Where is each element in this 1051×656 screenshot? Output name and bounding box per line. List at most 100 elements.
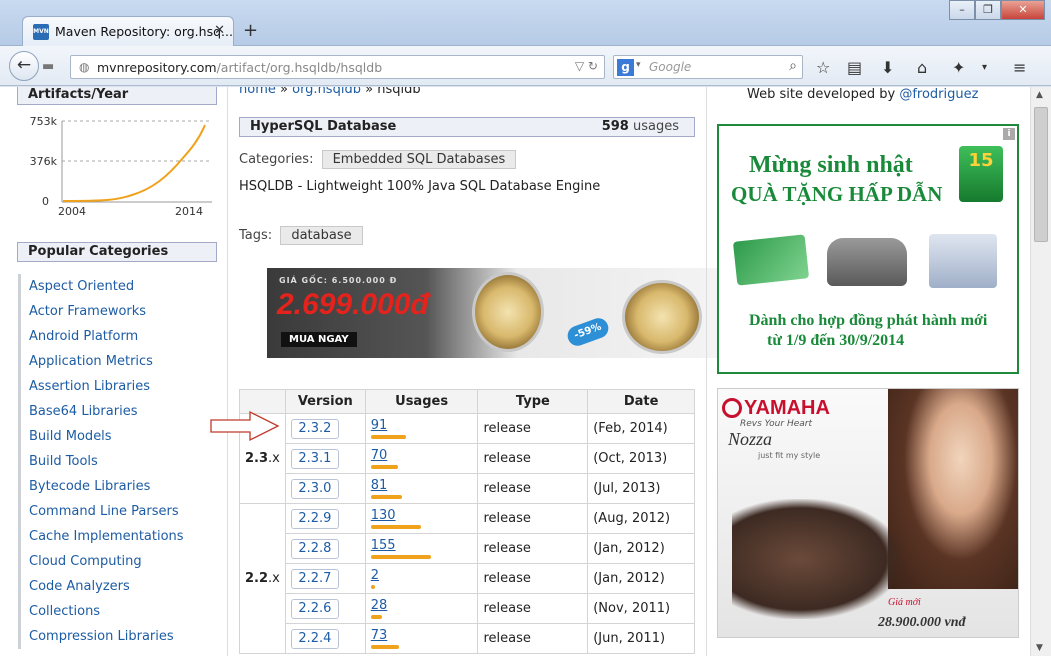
vertical-scrollbar[interactable]: ▲ ▼ bbox=[1030, 87, 1051, 656]
developer-link[interactable]: @frodriguez bbox=[899, 87, 978, 102]
version-button[interactable]: 2.2.9 bbox=[290, 508, 339, 529]
browser-tab[interactable]: MVN Maven Repository: org.hsq... ✕ bbox=[22, 16, 234, 47]
version-cell: 2.2.8 bbox=[284, 533, 366, 564]
close-tab-icon[interactable]: ✕ bbox=[214, 23, 225, 38]
usages-link[interactable]: 81 bbox=[371, 478, 388, 493]
version-cell: 2.2.7 bbox=[284, 563, 366, 594]
table-row: 2.2.8 155 release (Jan, 2012) bbox=[240, 533, 695, 564]
usages-link[interactable]: 155 bbox=[371, 538, 396, 553]
category-tag-button[interactable]: Embedded SQL Databases bbox=[321, 150, 517, 169]
artifact-description: HSQLDB - Lightweight 100% Java SQL Datab… bbox=[239, 179, 601, 194]
category-link[interactable]: Aspect Oriented bbox=[18, 274, 218, 299]
google-icon[interactable]: g bbox=[617, 59, 634, 76]
gift-bag-icon bbox=[827, 238, 907, 286]
restore-icon[interactable]: ❐ bbox=[975, 0, 1001, 20]
home-icon[interactable]: ⌂ bbox=[917, 58, 927, 77]
y-tick-top: 753k bbox=[30, 115, 58, 128]
date-cell: (Feb, 2014) bbox=[587, 413, 695, 444]
yamaha-ad[interactable]: i YAMAHA Revs Your Heart Nozza just fit … bbox=[717, 388, 1019, 638]
version-button[interactable]: 2.2.8 bbox=[290, 538, 339, 559]
magnifier-icon[interactable]: ⌕ bbox=[789, 58, 797, 74]
engine-dropdown-icon[interactable]: ▾ bbox=[636, 60, 641, 70]
version-button[interactable]: 2.3.0 bbox=[290, 478, 339, 499]
category-link[interactable]: Assertion Libraries bbox=[18, 374, 218, 399]
tag-database-button[interactable]: database bbox=[280, 226, 363, 245]
category-link[interactable]: Bytecode Libraries bbox=[18, 474, 218, 499]
category-link[interactable]: Actor Frameworks bbox=[18, 299, 218, 324]
model-photo-icon bbox=[888, 389, 1018, 589]
usages-cell: 81 bbox=[364, 473, 479, 504]
bookmark-star-icon[interactable]: ☆ bbox=[816, 58, 830, 77]
category-link[interactable]: Android Platform bbox=[18, 324, 218, 349]
artifacts-trend-chart: 753k 376k 0 2004 2014 bbox=[30, 115, 212, 218]
url-text[interactable]: mvnrepository.com/artifact/org.hsqldb/hs… bbox=[97, 60, 382, 75]
type-cell: release bbox=[477, 533, 589, 564]
new-tab-icon[interactable]: + bbox=[243, 20, 258, 41]
crumb-sep: » bbox=[280, 87, 288, 97]
table-header: Version Usages Type Date bbox=[239, 389, 695, 414]
scroll-up-icon[interactable]: ▲ bbox=[1036, 90, 1043, 100]
addon-icon[interactable]: ✦ bbox=[952, 58, 965, 77]
url-bar[interactable]: ◍ mvnrepository.com/artifact/org.hsqldb/… bbox=[70, 55, 605, 79]
date-cell: (Jul, 2013) bbox=[587, 473, 695, 504]
gift-card-icon bbox=[732, 234, 810, 286]
version-cell: 2.2.6 bbox=[284, 593, 366, 624]
scroll-thumb[interactable] bbox=[1034, 107, 1048, 242]
reload-icon[interactable]: ▽ ↻ bbox=[575, 59, 598, 73]
usages-link[interactable]: 2 bbox=[371, 568, 379, 583]
watch-banner-ad[interactable]: GIÁ GỐC: 6.500.000 Đ 2.699.000đ MUA NGAY… bbox=[267, 268, 722, 358]
anniversary-badge-icon: 15 bbox=[959, 146, 1003, 202]
category-link[interactable]: Cloud Computing bbox=[18, 549, 218, 574]
version-button[interactable]: 2.3.2 bbox=[290, 418, 339, 439]
usage-bar bbox=[370, 435, 406, 439]
window-titlebar: MVN Maven Repository: org.hsq... ✕ + – ❐… bbox=[0, 0, 1051, 47]
crumb-home[interactable]: home bbox=[239, 87, 276, 97]
ad-old-price: GIÁ GỐC: 6.500.000 Đ bbox=[279, 276, 398, 285]
version-button[interactable]: 2.2.6 bbox=[290, 598, 339, 619]
ad-info-icon[interactable]: i bbox=[1003, 128, 1015, 140]
category-link[interactable]: Cache Implementations bbox=[18, 524, 218, 549]
usages-link[interactable]: 91 bbox=[371, 418, 388, 433]
minimize-icon[interactable]: – bbox=[949, 0, 975, 20]
version-cell: 2.3.0 bbox=[284, 473, 366, 504]
version-button[interactable]: 2.3.1 bbox=[290, 448, 339, 469]
usages-link[interactable]: 73 bbox=[371, 628, 388, 643]
gift-device-icon bbox=[929, 234, 997, 288]
category-link[interactable]: Application Metrics bbox=[18, 349, 218, 374]
artifact-title-box: HyperSQL Database 598 usages bbox=[239, 117, 695, 137]
category-link[interactable]: Collections bbox=[18, 599, 218, 624]
type-cell: release bbox=[477, 593, 589, 624]
category-link[interactable]: Base64 Libraries bbox=[18, 399, 218, 424]
window-close-icon[interactable]: ✕ bbox=[1001, 0, 1045, 20]
mvn-favicon-icon: MVN bbox=[33, 24, 49, 40]
version-cell: 2.2.4 bbox=[284, 623, 366, 654]
category-link[interactable]: Build Tools bbox=[18, 449, 218, 474]
crumb-group[interactable]: org.hsqldb bbox=[292, 87, 361, 97]
page-viewport: Artifacts/Year 753k 376k 0 2004 2014 Pop… bbox=[0, 87, 1030, 656]
ad-buy-button[interactable]: MUA NGAY bbox=[281, 332, 357, 347]
category-link[interactable]: Command Line Parsers bbox=[18, 499, 218, 524]
back-arrow-icon[interactable]: ← bbox=[9, 51, 39, 81]
reading-list-icon[interactable]: ▤ bbox=[847, 58, 862, 77]
category-link[interactable]: Build Models bbox=[18, 424, 218, 449]
date-cell: (Jan, 2012) bbox=[587, 533, 695, 564]
search-input[interactable]: Google bbox=[649, 60, 691, 74]
scroll-down-icon[interactable]: ▼ bbox=[1036, 643, 1043, 653]
bank-birthday-ad[interactable]: i Mừng sinh nhật QUÀ TẶNG HẤP DẪN 15 Dàn… bbox=[717, 124, 1019, 374]
category-link[interactable]: Compression Libraries bbox=[18, 624, 218, 649]
usages-link[interactable]: 130 bbox=[371, 508, 396, 523]
usages-link[interactable]: 70 bbox=[371, 448, 388, 463]
history-icon[interactable]: ▬ bbox=[42, 59, 54, 74]
category-link[interactable]: Code Analyzers bbox=[18, 574, 218, 599]
version-button[interactable]: 2.2.4 bbox=[290, 628, 339, 649]
addon-dropdown-icon[interactable]: ▾ bbox=[982, 62, 987, 73]
menu-hamburger-icon[interactable]: ≡ bbox=[1013, 58, 1026, 77]
date-cell: (Oct, 2013) bbox=[587, 443, 695, 474]
table-row: 2.2.6 28 release (Nov, 2011) bbox=[240, 593, 695, 624]
download-icon[interactable]: ⬇ bbox=[881, 58, 894, 77]
categories-row: Categories: Embedded SQL Databases bbox=[239, 150, 517, 169]
usages-link[interactable]: 28 bbox=[371, 598, 388, 613]
search-bar[interactable]: g ▾ Google ⌕ bbox=[613, 55, 803, 79]
version-button[interactable]: 2.2.7 bbox=[290, 568, 339, 589]
category-list: Aspect Oriented Actor Frameworks Android… bbox=[18, 274, 218, 649]
